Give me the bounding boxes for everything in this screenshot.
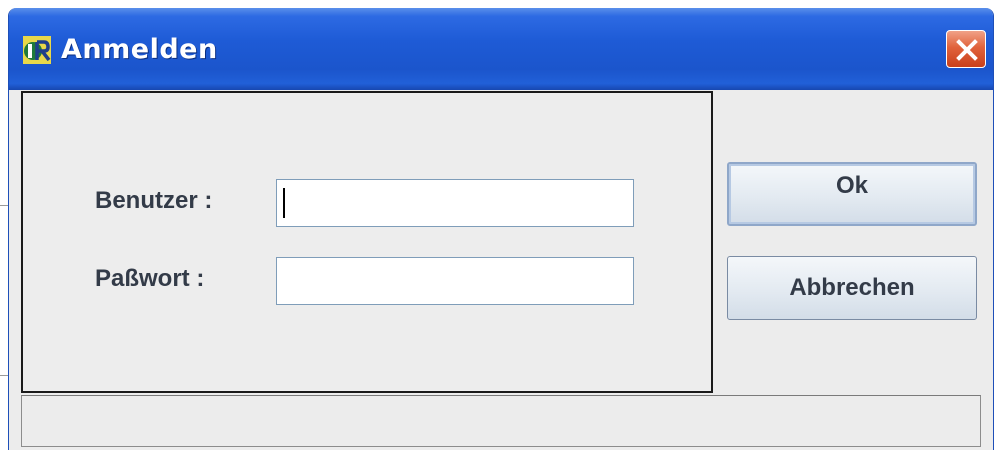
cancel-button[interactable]: Abbrechen	[727, 256, 977, 320]
close-button[interactable]	[946, 30, 986, 68]
close-icon	[956, 39, 978, 61]
app-logo-icon	[23, 36, 51, 64]
username-input[interactable]	[276, 179, 634, 227]
background-tick-mark	[0, 205, 8, 206]
ok-button[interactable]: Ok	[727, 162, 977, 226]
password-input[interactable]	[276, 257, 634, 305]
login-dialog: Anmelden Benutzer : Paßwort : Ok Abbrech…	[8, 8, 994, 450]
credentials-panel: Benutzer : Paßwort :	[21, 91, 713, 393]
window-title: Anmelden	[61, 34, 218, 65]
text-caret	[283, 188, 285, 218]
title-bar[interactable]: Anmelden	[9, 8, 993, 90]
background-tick-mark	[0, 375, 8, 376]
status-bar	[21, 395, 981, 447]
username-label: Benutzer :	[95, 187, 213, 214]
password-label: Paßwort :	[95, 265, 205, 292]
